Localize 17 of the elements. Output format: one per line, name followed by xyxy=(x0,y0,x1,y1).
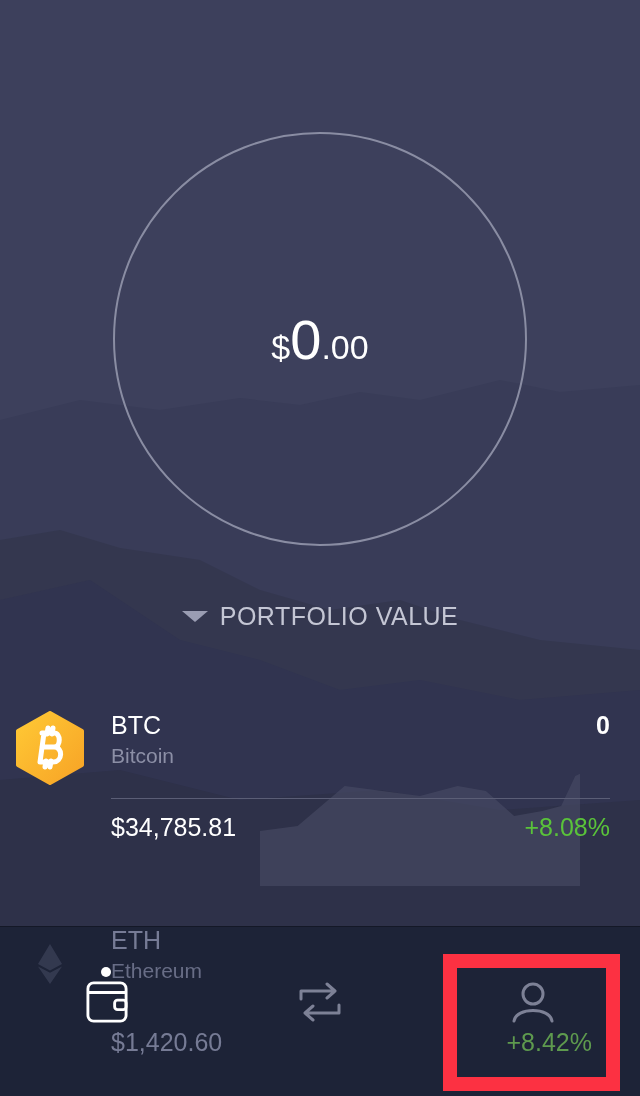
portfolio-value: $0.00 xyxy=(271,306,369,372)
exchange-arrows-icon[interactable] xyxy=(299,980,341,1023)
coin-name: Ethereum xyxy=(111,959,203,983)
dropdown-triangle-icon[interactable] xyxy=(181,610,208,623)
bitcoin-icon xyxy=(14,711,86,785)
price-change: +8.42% xyxy=(506,1027,592,1057)
coin-amount: 0 xyxy=(596,711,610,740)
person-icon[interactable] xyxy=(512,980,555,1023)
wallet-icon[interactable] xyxy=(85,980,128,1023)
coin-name: Bitcoin xyxy=(111,744,175,768)
coin-price: $1,420.60 xyxy=(111,1027,223,1057)
price-change: +8.08% xyxy=(524,812,610,842)
coin-symbol: ETH xyxy=(111,926,162,955)
portfolio-label: PORTFOLIO VALUE xyxy=(219,602,459,631)
coin-price: $34,785.81 xyxy=(111,812,237,842)
coin-symbol: BTC xyxy=(111,711,162,740)
ethereum-icon xyxy=(38,942,62,986)
